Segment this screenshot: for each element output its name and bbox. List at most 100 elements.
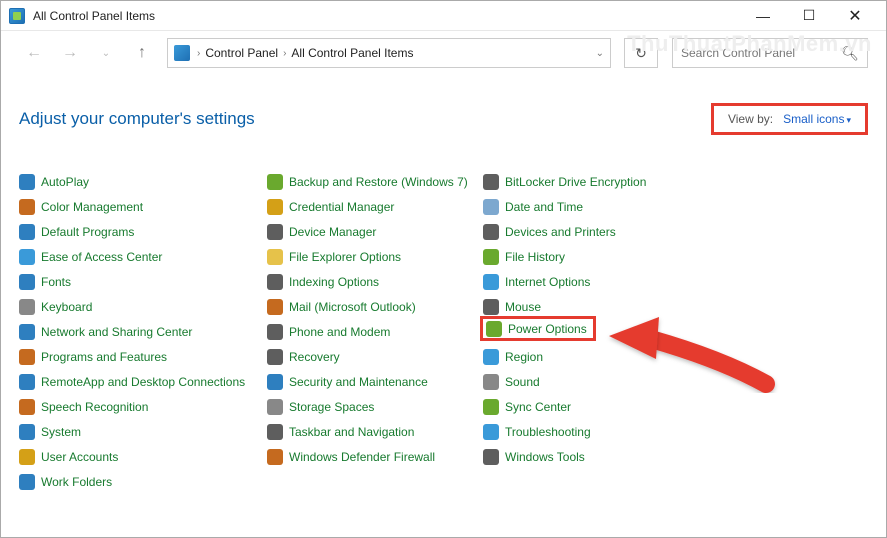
item-icon <box>483 224 499 240</box>
cp-link-region[interactable]: Region <box>483 344 868 369</box>
item-icon <box>19 324 35 340</box>
view-by-value[interactable]: Small icons▾ <box>783 112 851 126</box>
up-button[interactable]: ↑ <box>131 44 153 62</box>
item-label: Storage Spaces <box>289 400 374 414</box>
cp-link-storage-spaces[interactable]: Storage Spaces <box>267 394 483 419</box>
minimize-button[interactable]: — <box>740 1 786 31</box>
breadcrumb-all-items[interactable]: All Control Panel Items <box>291 46 413 60</box>
cp-link-sync-center[interactable]: Sync Center <box>483 394 868 419</box>
item-label: Fonts <box>41 275 71 289</box>
cp-link-keyboard[interactable]: Keyboard <box>19 294 267 319</box>
cp-link-network-and-sharing-center[interactable]: Network and Sharing Center <box>19 319 267 344</box>
chevron-down-icon[interactable]: ⌄ <box>596 48 604 59</box>
item-label: Device Manager <box>289 225 376 239</box>
item-label: BitLocker Drive Encryption <box>505 175 646 189</box>
header-row: Adjust your computer's settings View by:… <box>19 85 868 143</box>
refresh-button[interactable]: ↻ <box>624 38 658 68</box>
cp-link-device-manager[interactable]: Device Manager <box>267 219 483 244</box>
cp-link-backup-and-restore-windows-7-[interactable]: Backup and Restore (Windows 7) <box>267 169 483 194</box>
item-label: Sync Center <box>505 400 571 414</box>
cp-link-color-management[interactable]: Color Management <box>19 194 267 219</box>
item-icon <box>267 449 283 465</box>
view-by-selector[interactable]: View by: Small icons▾ <box>711 103 868 135</box>
cp-link-file-history[interactable]: File History <box>483 244 868 269</box>
cp-link-bitlocker-drive-encryption[interactable]: BitLocker Drive Encryption <box>483 169 868 194</box>
control-panel-item: File Explorer Options <box>267 244 483 269</box>
item-label: Network and Sharing Center <box>41 325 192 339</box>
item-icon <box>19 474 35 490</box>
item-icon <box>267 249 283 265</box>
cp-link-indexing-options[interactable]: Indexing Options <box>267 269 483 294</box>
control-panel-item: Fonts <box>19 269 267 294</box>
control-panel-items-grid: AutoPlay Backup and Restore (Windows 7) Bi… <box>19 143 868 494</box>
cp-link-windows-defender-firewall[interactable]: Windows Defender Firewall <box>267 444 483 469</box>
item-label: Backup and Restore (Windows 7) <box>289 175 468 189</box>
address-bar-row: ← → ⌄ ↑ › Control Panel › All Control Pa… <box>1 31 886 75</box>
control-panel-item: Network and Sharing Center <box>19 319 267 344</box>
cp-link-windows-tools[interactable]: Windows Tools <box>483 444 868 469</box>
item-label: Region <box>505 350 543 364</box>
cp-link-work-folders[interactable]: Work Folders <box>19 469 267 494</box>
control-panel-item: Backup and Restore (Windows 7) <box>267 169 483 194</box>
cp-link-security-and-maintenance[interactable]: Security and Maintenance <box>267 369 483 394</box>
item-label: Credential Manager <box>289 200 394 214</box>
cp-link-system[interactable]: System <box>19 419 267 444</box>
cp-link-sound[interactable]: Sound <box>483 369 868 394</box>
recent-dropdown[interactable]: ⌄ <box>95 48 117 59</box>
cp-link-programs-and-features[interactable]: Programs and Features <box>19 344 267 369</box>
cp-link-devices-and-printers[interactable]: Devices and Printers <box>483 219 868 244</box>
item-label: Internet Options <box>505 275 590 289</box>
item-label: System <box>41 425 81 439</box>
cp-link-internet-options[interactable]: Internet Options <box>483 269 868 294</box>
control-panel-item: Taskbar and Navigation <box>267 419 483 444</box>
page-title: Adjust your computer's settings <box>19 109 255 129</box>
item-label: Phone and Modem <box>289 325 390 339</box>
item-icon <box>483 249 499 265</box>
control-panel-item: Programs and Features <box>19 344 267 369</box>
cp-link-default-programs[interactable]: Default Programs <box>19 219 267 244</box>
close-button[interactable]: ✕ <box>832 1 878 31</box>
item-label: Troubleshooting <box>505 425 591 439</box>
cp-link-power-options[interactable]: Power Options <box>480 316 596 341</box>
back-button[interactable]: ← <box>23 44 45 62</box>
cp-link-speech-recognition[interactable]: Speech Recognition <box>19 394 267 419</box>
item-label: Windows Tools <box>505 450 585 464</box>
cp-link-credential-manager[interactable]: Credential Manager <box>267 194 483 219</box>
cp-link-date-and-time[interactable]: Date and Time <box>483 194 868 219</box>
control-panel-item: Indexing Options <box>267 269 483 294</box>
maximize-button[interactable]: ☐ <box>786 1 832 31</box>
forward-button[interactable]: → <box>59 44 81 62</box>
cp-link-mail-microsoft-outlook-[interactable]: Mail (Microsoft Outlook) <box>267 294 483 319</box>
cp-link-troubleshooting[interactable]: Troubleshooting <box>483 419 868 444</box>
cp-link-file-explorer-options[interactable]: File Explorer Options <box>267 244 483 269</box>
breadcrumb-control-panel[interactable]: Control Panel <box>205 46 278 60</box>
search-input[interactable]: Search Control Panel 🔍︎ <box>672 38 868 68</box>
item-icon <box>483 199 499 215</box>
control-panel-item: Devices and Printers <box>483 219 868 244</box>
item-icon <box>267 224 283 240</box>
chevron-down-icon: ▾ <box>846 115 851 125</box>
item-icon <box>267 199 283 215</box>
item-label: User Accounts <box>41 450 118 464</box>
control-panel-icon <box>9 8 25 24</box>
cp-link-fonts[interactable]: Fonts <box>19 269 267 294</box>
cp-link-taskbar-and-navigation[interactable]: Taskbar and Navigation <box>267 419 483 444</box>
item-label: Sound <box>505 375 540 389</box>
control-panel-item: Troubleshooting <box>483 419 868 444</box>
item-label: Mouse <box>505 300 541 314</box>
address-bar[interactable]: › Control Panel › All Control Panel Item… <box>167 38 611 68</box>
control-panel-item: Keyboard <box>19 294 267 319</box>
item-icon <box>483 174 499 190</box>
control-panel-item: System <box>19 419 267 444</box>
cp-link-ease-of-access-center[interactable]: Ease of Access Center <box>19 244 267 269</box>
item-icon <box>19 349 35 365</box>
cp-link-recovery[interactable]: Recovery <box>267 344 483 369</box>
cp-link-remoteapp-and-desktop-connections[interactable]: RemoteApp and Desktop Connections <box>19 369 267 394</box>
item-icon <box>19 374 35 390</box>
item-icon <box>267 299 283 315</box>
cp-link-autoplay[interactable]: AutoPlay <box>19 169 267 194</box>
control-panel-item: Credential Manager <box>267 194 483 219</box>
control-panel-item: Power Options <box>483 319 868 344</box>
cp-link-phone-and-modem[interactable]: Phone and Modem <box>267 319 483 344</box>
cp-link-user-accounts[interactable]: User Accounts <box>19 444 267 469</box>
